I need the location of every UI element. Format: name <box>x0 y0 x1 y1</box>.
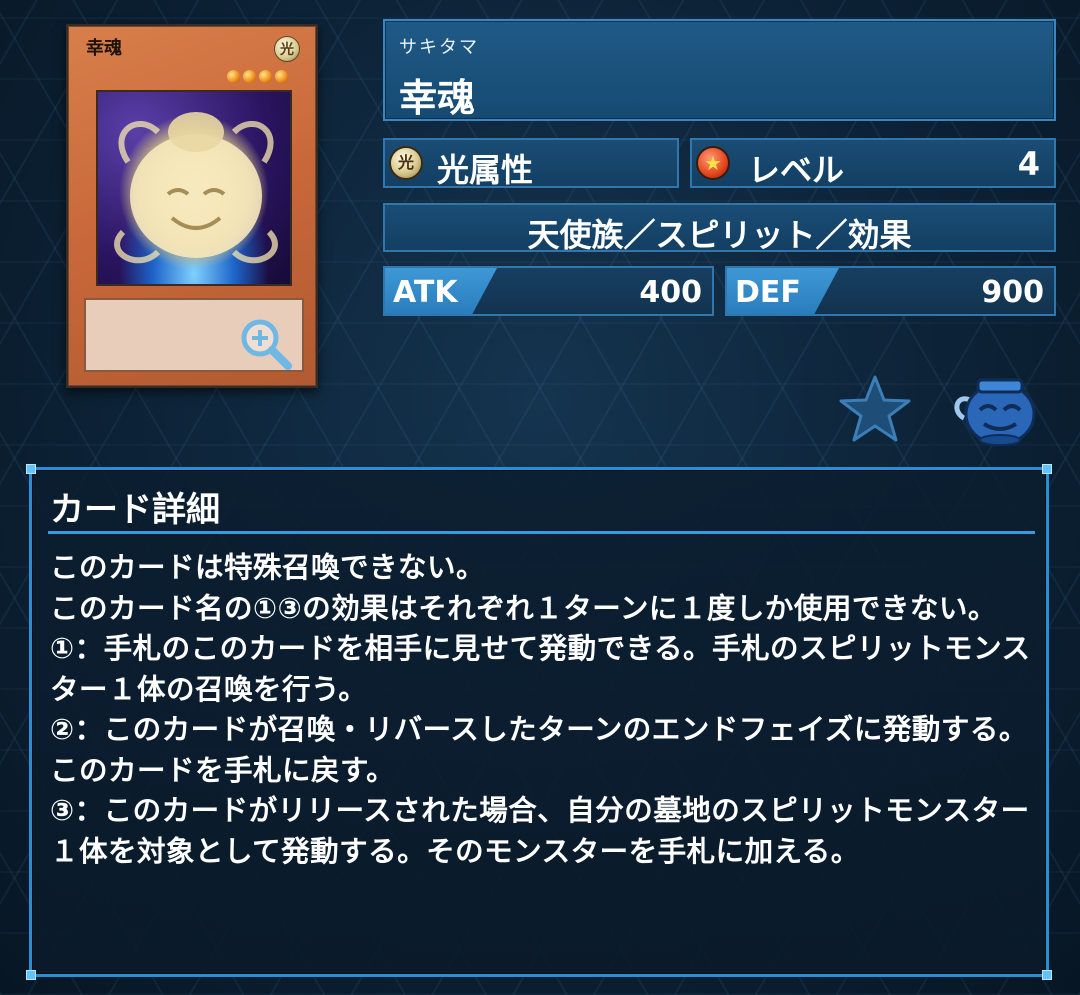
card-name: 幸魂 <box>399 76 476 120</box>
def-field: DEF 900 <box>725 266 1056 316</box>
atk-value: 400 <box>639 275 702 310</box>
panel-corner <box>26 970 36 980</box>
details-title: カード詳細 <box>50 490 220 530</box>
details-divider <box>48 531 1035 534</box>
card-details-panel[interactable]: カード詳細 このカードは特殊召喚できない。 このカード名の①③の効果はそれぞれ１… <box>26 464 1052 980</box>
pot-of-greed-icon[interactable] <box>950 374 1040 448</box>
favorite-star-icon[interactable] <box>838 374 912 444</box>
level-star-icon <box>243 70 256 83</box>
card-image[interactable]: 幸魂 光 <box>66 24 318 388</box>
type-field: 天使族／スピリット／効果 <box>383 203 1056 254</box>
panel-corner <box>1042 464 1052 474</box>
attribute-field: 光 光属性 <box>383 138 679 189</box>
level-field: ★ レベル 4 <box>690 138 1056 189</box>
card-name-reading: サキタマ <box>399 37 479 58</box>
def-label: DEF <box>735 275 801 310</box>
card-effect-text: このカードは特殊召喚できない。 このカード名の①③の効果はそれぞれ１ターンに１度… <box>50 551 1031 868</box>
level-star-icon <box>275 70 288 83</box>
card-image-attribute-icon: 光 <box>274 36 300 62</box>
panel-corner <box>1042 970 1052 980</box>
level-label: レベル <box>748 151 845 189</box>
light-attribute-icon: 光 <box>389 146 423 180</box>
card-artwork <box>96 90 292 286</box>
card-image-level-stars <box>227 70 288 84</box>
zoom-in-icon[interactable] <box>238 316 294 372</box>
panel-corner <box>26 464 36 474</box>
def-value: 900 <box>981 275 1044 310</box>
card-name-header: サキタマ 幸魂 <box>383 19 1056 121</box>
level-value: 4 <box>1017 145 1040 183</box>
atk-field: ATK 400 <box>383 266 714 316</box>
type-line: 天使族／スピリット／効果 <box>527 216 912 254</box>
level-star-icon: ★ <box>696 146 730 180</box>
attribute-label: 光属性 <box>437 151 534 189</box>
card-image-name: 幸魂 <box>86 38 122 59</box>
atk-label: ATK <box>393 275 458 310</box>
level-star-icon <box>259 70 272 83</box>
level-star-icon <box>227 70 240 83</box>
